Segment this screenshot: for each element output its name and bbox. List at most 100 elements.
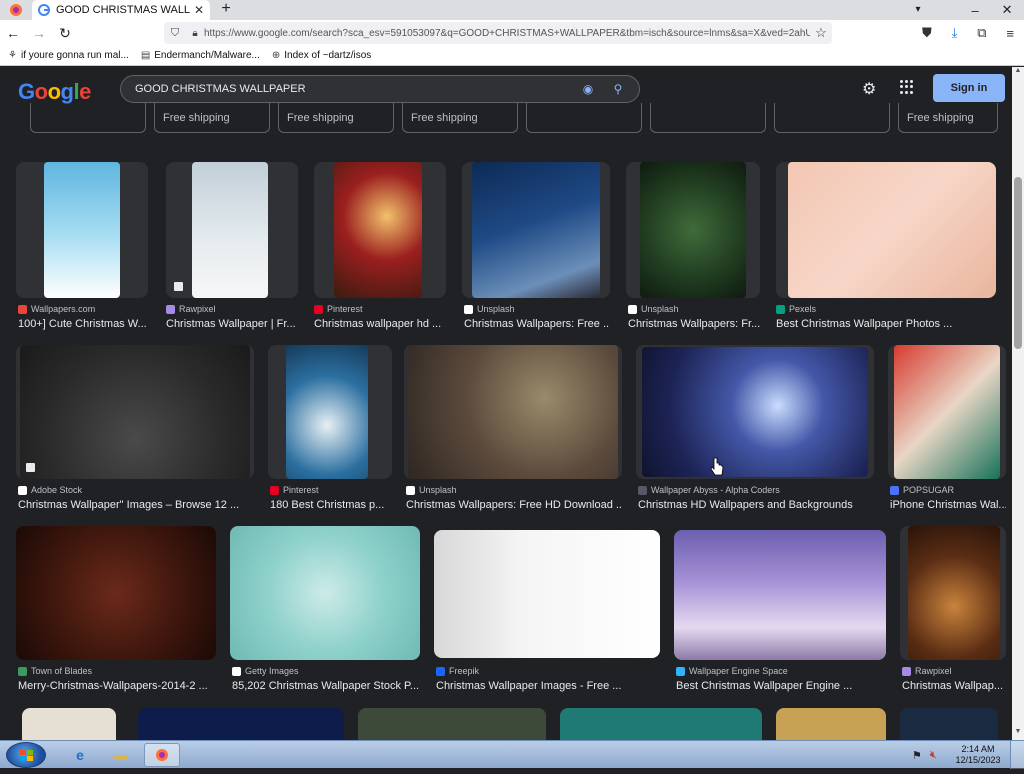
tracking-shield-icon[interactable]: ⛉ xyxy=(164,27,186,40)
bookmark-star-icon[interactable]: ☆ xyxy=(810,25,832,41)
image-result[interactable]: Wallpapers.com 100+] Cute Christmas W... xyxy=(16,162,150,332)
result-title[interactable]: iPhone Christmas Wal... xyxy=(890,499,1006,511)
result-thumbnail-frame[interactable] xyxy=(674,530,886,660)
google-lens-icon[interactable]: ◉ xyxy=(577,82,599,96)
result-title[interactable]: 85,202 Christmas Wallpaper Stock P... xyxy=(232,680,420,692)
image-result[interactable]: Unsplash Christmas Wallpapers: Free ... xyxy=(462,162,612,332)
menu-icon[interactable]: ≡ xyxy=(1006,26,1014,41)
result-title[interactable]: Christmas Wallpapers: Free ... xyxy=(464,318,610,330)
partial-image-result[interactable] xyxy=(22,708,116,740)
scrollbar-thumb[interactable] xyxy=(1014,177,1022,349)
filter-chip[interactable] xyxy=(774,103,890,133)
image-result[interactable]: Unsplash Christmas Wallpapers: Free HD D… xyxy=(404,345,624,517)
partial-image-result[interactable] xyxy=(138,708,344,740)
filter-chip[interactable]: Free shipping xyxy=(898,103,998,133)
list-all-tabs-icon[interactable]: ▾ xyxy=(908,1,928,19)
result-title[interactable]: Christmas Wallpap... xyxy=(902,680,1006,692)
result-title[interactable]: Christmas HD Wallpapers and Backgrounds xyxy=(638,499,874,511)
close-window-icon[interactable]: ✕ xyxy=(1002,2,1013,18)
extensions-icon[interactable]: ⧉ xyxy=(977,25,986,41)
result-thumbnail-frame[interactable] xyxy=(434,530,660,658)
result-title[interactable]: Christmas Wallpaper Images - Free ... xyxy=(436,680,660,692)
download-icon[interactable]: ⤓ xyxy=(952,25,958,41)
new-tab-button[interactable]: + xyxy=(216,0,236,20)
back-icon[interactable]: ← xyxy=(0,20,26,46)
filter-chip[interactable] xyxy=(650,103,766,133)
scroll-down-arrow-icon[interactable]: ▼ xyxy=(1012,728,1024,740)
result-title[interactable]: 180 Best Christmas p... xyxy=(270,499,392,511)
image-result[interactable]: Pinterest 180 Best Christmas p... xyxy=(268,345,394,517)
image-result[interactable]: Town of Blades Merry-Christmas-Wallpaper… xyxy=(16,526,216,696)
url-text[interactable]: https://www.google.com/search?sca_esv=59… xyxy=(204,28,810,39)
search-input[interactable]: GOOD CHRISTMAS WALLPAPER ◉ ⚲ xyxy=(120,75,640,103)
image-result[interactable]: Pinterest Christmas wallpaper hd ... xyxy=(314,162,448,332)
result-thumbnail-frame[interactable] xyxy=(230,526,420,660)
volume-muted-icon[interactable]: 🔇︎ xyxy=(930,749,937,762)
result-title[interactable]: Christmas Wallpapers: Fr... xyxy=(628,318,760,330)
result-title[interactable]: Christmas Wallpaper | Fr... xyxy=(166,318,298,330)
result-thumbnail-frame[interactable] xyxy=(268,345,392,479)
forward-icon[interactable]: → xyxy=(26,20,52,46)
filter-chip[interactable]: Free shipping xyxy=(278,103,394,133)
reload-icon[interactable]: ↻ xyxy=(52,20,78,46)
image-result[interactable]: Unsplash Christmas Wallpapers: Fr... xyxy=(626,162,762,332)
search-query[interactable]: GOOD CHRISTMAS WALLPAPER xyxy=(135,83,577,95)
image-result[interactable]: POPSUGAR iPhone Christmas Wal... xyxy=(888,345,1006,517)
image-result[interactable]: Wallpaper Engine Space Best Christmas Wa… xyxy=(674,526,886,696)
image-result[interactable]: Getty Images 85,202 Christmas Wallpaper … xyxy=(230,526,420,696)
page-scrollbar[interactable]: ▲ ▼ xyxy=(1012,67,1024,740)
result-thumbnail-frame[interactable] xyxy=(16,162,148,298)
result-title[interactable]: Christmas Wallpapers: Free HD Download .… xyxy=(406,499,622,511)
close-tab-icon[interactable]: ✕ xyxy=(194,3,204,17)
result-thumbnail-frame[interactable] xyxy=(462,162,610,298)
result-title[interactable]: Best Christmas Wallpaper Photos ... xyxy=(776,318,996,330)
lock-icon[interactable]: 🔒︎ xyxy=(186,28,204,39)
image-result[interactable]: Rawpixel Christmas Wallpaper | Fr... xyxy=(166,162,300,332)
action-center-flag-icon[interactable]: ⚑ xyxy=(912,749,922,762)
google-logo[interactable]: Google xyxy=(18,79,91,105)
filter-chip[interactable]: Free shipping xyxy=(154,103,270,133)
result-thumbnail-frame[interactable] xyxy=(888,345,1006,479)
scroll-up-arrow-icon[interactable]: ▲ xyxy=(1012,67,1024,79)
start-button[interactable] xyxy=(6,742,46,768)
file-explorer-icon[interactable]: ▬ xyxy=(102,743,138,767)
pocket-icon[interactable]: ⛊ xyxy=(922,25,932,41)
result-thumbnail-frame[interactable] xyxy=(900,526,1006,660)
firefox-taskbar-icon[interactable] xyxy=(144,743,180,767)
search-icon[interactable]: ⚲ xyxy=(607,82,629,96)
show-desktop-button[interactable] xyxy=(1010,741,1024,769)
bookmark-item[interactable]: ⚘ if youre gonna run mal... xyxy=(8,50,129,61)
internet-explorer-icon[interactable]: e xyxy=(62,743,98,767)
result-title[interactable]: Best Christmas Wallpaper Engine ... xyxy=(676,680,886,692)
tab-google-search[interactable]: GOOD CHRISTMAS WALLPAPER - G ✕ xyxy=(32,0,210,20)
partial-image-result[interactable] xyxy=(560,708,762,740)
filter-chip[interactable]: Free shipping xyxy=(402,103,518,133)
result-title[interactable]: Christmas Wallpaper" Images – Browse 12 … xyxy=(18,499,254,511)
google-apps-icon[interactable] xyxy=(900,80,914,94)
sign-in-button[interactable]: Sign in xyxy=(933,74,1005,102)
firefox-view-button[interactable] xyxy=(2,1,30,19)
result-thumbnail-frame[interactable] xyxy=(636,345,874,479)
image-result[interactable]: Freepik Christmas Wallpaper Images - Fre… xyxy=(434,526,660,696)
partial-image-result[interactable] xyxy=(358,708,546,740)
result-thumbnail-frame[interactable] xyxy=(314,162,446,298)
result-thumbnail-frame[interactable] xyxy=(404,345,622,479)
result-thumbnail-frame[interactable] xyxy=(776,162,996,298)
image-result[interactable]: Rawpixel Christmas Wallpap... xyxy=(900,526,1006,696)
minimize-icon[interactable]: – xyxy=(971,3,978,18)
gear-icon[interactable]: ⚙ xyxy=(862,79,876,99)
result-thumbnail-frame[interactable] xyxy=(166,162,298,298)
address-bar[interactable]: ⛉ 🔒︎ https://www.google.com/search?sca_e… xyxy=(164,22,832,44)
result-thumbnail-frame[interactable] xyxy=(626,162,760,298)
result-title[interactable]: Merry-Christmas-Wallpapers-2014-2 ... xyxy=(18,680,216,692)
partial-image-result[interactable] xyxy=(900,708,998,740)
bookmark-item[interactable]: ▤ Endermanch/Malware... xyxy=(141,50,260,61)
filter-chip[interactable] xyxy=(526,103,642,133)
result-thumbnail-frame[interactable] xyxy=(16,345,254,479)
result-thumbnail-frame[interactable] xyxy=(16,526,216,660)
partial-image-result[interactable] xyxy=(776,708,886,740)
image-result[interactable]: Wallpaper Abyss - Alpha Coders Christmas… xyxy=(636,345,876,517)
bookmark-item[interactable]: ⊕ Index of ~dartz/isos xyxy=(272,50,371,61)
result-title[interactable]: Christmas wallpaper hd ... xyxy=(314,318,446,330)
result-title[interactable]: 100+] Cute Christmas W... xyxy=(18,318,148,330)
